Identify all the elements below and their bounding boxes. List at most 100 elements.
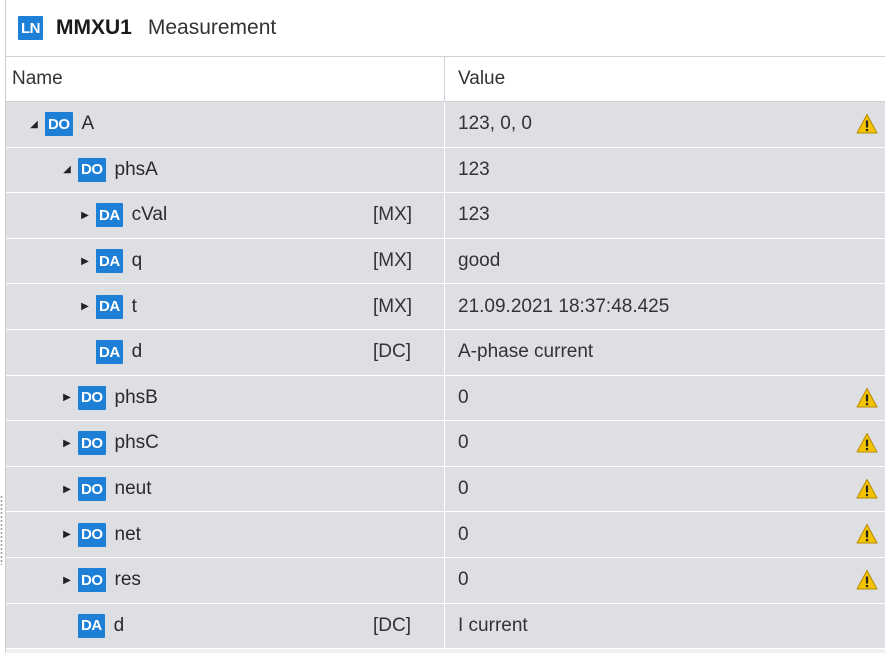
data-attribute-badge: DA [78, 613, 105, 638]
data-attribute-badge: DA [96, 294, 123, 319]
tree-row-name-cell: DA d [DC] [6, 329, 445, 375]
tree-row-label: phsB [114, 386, 158, 408]
functional-constraint: [MX] [373, 204, 413, 226]
warning-triangle-icon [856, 524, 878, 544]
ln-description: Measurement [147, 16, 277, 39]
tree-row-value: 123, 0, 0 [458, 113, 532, 135]
data-object-badge: DO [78, 157, 106, 182]
triangle-right-icon[interactable]: ▶ [60, 438, 74, 449]
warning-triangle-icon [856, 433, 878, 453]
tree-row-value-cell: 0 [445, 467, 885, 512]
tree-row-name-cell: ▶ DO res [6, 557, 445, 603]
logical-node-title: LN MMXU1 Measurement [6, 0, 885, 57]
tree-row-label: cVal [131, 204, 168, 226]
tree-row-value: I current [458, 614, 528, 636]
tree-row[interactable]: ▶ DA cVal [MX] 123 [6, 193, 885, 239]
tree-row[interactable]: DA d [DC] A-phase current [6, 329, 885, 376]
data-object-badge: DO [78, 431, 106, 456]
tree-row-value-cell: 21.09.2021 18:37:48.425 [445, 284, 885, 329]
tree-row-value: 0 [458, 523, 469, 545]
data-attribute-badge: DA [96, 249, 123, 274]
triangle-right-icon[interactable]: ▶ [60, 575, 74, 586]
tree-row-name-cell: ▶ DO neut [6, 466, 445, 512]
tree-row-name-cell: ▶ DO phsB [6, 375, 445, 421]
tree-row-value-cell: 0 [445, 421, 885, 466]
tree-row-value: good [458, 250, 501, 272]
tree-row-value: 0 [458, 569, 469, 591]
warning-triangle-icon [856, 478, 878, 499]
functional-constraint: [MX] [373, 250, 413, 272]
triangle-right-icon[interactable]: ▶ [78, 301, 92, 312]
triangle-down-icon[interactable]: ◢ [60, 164, 74, 175]
tree-row-name-cell: ◢ DO A [6, 102, 445, 147]
tree-row[interactable]: ▶ DO phsB 0 [6, 375, 885, 422]
tree-row[interactable]: ▶ DO neut 0 [6, 466, 885, 513]
tree-row-label: neut [114, 478, 152, 500]
triangle-right-icon[interactable]: ▶ [60, 529, 74, 540]
column-header-value[interactable]: Value [445, 57, 505, 101]
tree-rows: ◢ DO A 123, 0, 0 ◢ DO phsA 123 ▶ DA cVal [MX] 123 ▶ DA… [6, 102, 885, 650]
tree-row-label: phsA [114, 158, 158, 180]
tree-row-label: A [81, 113, 95, 135]
tree-row-value-cell: 123 [445, 148, 885, 193]
tree-row-label: res [114, 569, 141, 591]
tree-row-name-cell: ▶ DA cVal [MX] [6, 193, 445, 238]
tree-row-label: q [131, 250, 143, 272]
triangle-right-icon[interactable]: ▶ [60, 392, 74, 403]
tree-row-value: 0 [458, 432, 469, 454]
warning-triangle-icon [856, 569, 878, 590]
tree-row-value-cell: 123, 0, 0 [445, 102, 885, 147]
tree-row-value-cell: 0 [445, 512, 885, 557]
tree-row-label: t [131, 295, 137, 317]
tree-row-name-cell: ▶ DO net [6, 512, 445, 557]
functional-constraint: [DC] [373, 341, 411, 363]
warning-triangle-icon [856, 114, 878, 134]
tree-row-name-cell: ◢ DO phsA [6, 147, 445, 193]
data-object-badge: DO [78, 522, 106, 547]
column-header: Name Value [6, 57, 885, 102]
triangle-right-icon[interactable]: ▶ [78, 210, 92, 221]
warning-triangle-icon [856, 387, 878, 408]
tree-row[interactable]: ▶ DO res 0 [6, 557, 885, 604]
data-attribute-badge: DA [96, 203, 123, 228]
functional-constraint: [MX] [373, 295, 413, 317]
functional-constraint: [DC] [373, 614, 411, 636]
tree-row-value: 123 [458, 158, 490, 180]
tree-row-value: 21.09.2021 18:37:48.425 [458, 295, 670, 317]
data-object-badge: DO [78, 385, 106, 410]
triangle-right-icon[interactable]: ▶ [78, 256, 92, 267]
triangle-right-icon[interactable]: ▶ [60, 484, 74, 495]
tree-row-value-cell: good [445, 239, 885, 284]
tree-row[interactable]: ▶ DO phsC 0 [6, 421, 885, 467]
data-object-badge: DO [78, 477, 106, 502]
tree-row-label: d [131, 341, 143, 363]
tree-row-name-cell: DA d [DC] [6, 603, 445, 649]
ln-badge: LN [18, 16, 43, 40]
tree-row[interactable]: ◢ DO phsA 123 [6, 147, 885, 194]
tree-row-value: 0 [458, 478, 469, 500]
tree-row[interactable]: ▶ DO net 0 [6, 512, 885, 558]
tree-row[interactable]: ▶ DA t [MX] 21.09.2021 18:37:48.425 [6, 284, 885, 330]
tree-row-value-cell: 0 [445, 558, 885, 603]
tree-row[interactable]: ◢ DO A 123, 0, 0 [6, 102, 885, 148]
tree-row-value-cell: 123 [445, 193, 885, 238]
tree-row-value: 123 [458, 204, 490, 226]
resize-grip[interactable] [0, 495, 3, 565]
ln-name: MMXU1 [56, 16, 132, 39]
triangle-down-icon[interactable]: ◢ [27, 119, 41, 130]
tree-row[interactable]: ▶ DA q [MX] good [6, 238, 885, 285]
tree-row-label: net [114, 523, 141, 545]
data-object-badge: DO [45, 112, 73, 137]
tree-row-value-cell: 0 [445, 376, 885, 421]
tree-row-value-cell: I current [445, 604, 885, 649]
tree-row-name-cell: ▶ DO phsC [6, 421, 445, 466]
tree-row-value-cell: A-phase current [445, 330, 885, 375]
tree-row-value: 0 [458, 386, 469, 408]
data-attribute-badge: DA [96, 340, 123, 365]
tree-row-name-cell: ▶ DA t [MX] [6, 284, 445, 329]
tree-row-name-cell: ▶ DA q [MX] [6, 238, 445, 284]
data-object-badge: DO [78, 568, 106, 593]
tree-row[interactable]: DA d [DC] I current [6, 603, 885, 650]
tree-row-label: d [113, 614, 125, 636]
column-header-name[interactable]: Name [6, 57, 445, 101]
